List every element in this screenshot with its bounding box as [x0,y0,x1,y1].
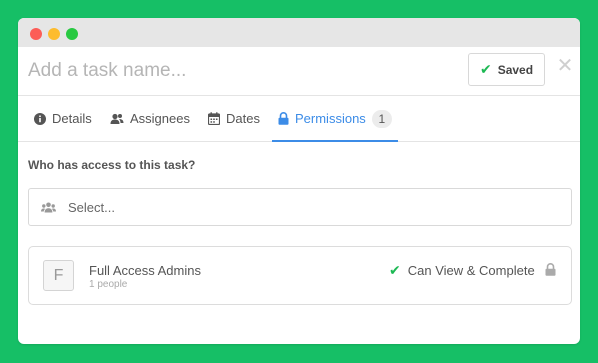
tab-label: Details [52,111,92,126]
lock-icon [278,112,289,125]
calendar-icon [208,112,220,125]
info-icon [34,112,46,125]
tab-label: Dates [226,111,260,126]
tab-label: Assignees [130,111,190,126]
task-window: ✔ Saved ✕ Details Assignees [18,18,580,344]
permission-entry: F Full Access Admins 1 people ✔ Can View… [28,246,572,305]
access-select[interactable]: Select... [28,188,572,226]
access-level-dropdown[interactable]: ✔ Can View & Complete [389,262,535,279]
tab-details[interactable]: Details [34,96,92,141]
title-bar [18,18,580,47]
window-maximize-control[interactable] [66,28,78,40]
check-icon: ✔ [389,262,401,278]
access-question: Who has access to this task? [28,158,196,172]
task-name-input[interactable] [28,57,448,85]
check-icon: ✔ [479,61,492,77]
select-placeholder: Select... [68,199,115,215]
saved-button[interactable]: ✔ Saved [468,53,545,86]
users-icon [110,113,124,124]
window-minimize-control[interactable] [48,28,60,40]
tab-permissions[interactable]: Permissions 1 [272,96,398,142]
permissions-count-badge: 1 [371,109,392,128]
avatar: F [43,260,74,291]
tab-label: Permissions [295,111,366,126]
close-icon[interactable]: ✕ [555,53,575,79]
tab-dates[interactable]: Dates [208,96,260,141]
group-name: Full Access Admins [89,263,201,278]
window-close-control[interactable] [30,28,42,40]
tab-bar: Details Assignees Dates Permissions 1 [18,96,580,142]
member-count: 1 people [89,279,128,290]
access-level-label: Can View & Complete [407,263,535,278]
group-icon [41,202,56,213]
task-header: ✔ Saved ✕ [18,47,580,96]
tab-assignees[interactable]: Assignees [110,96,190,141]
saved-label: Saved [497,62,534,77]
lock-icon [545,263,556,276]
